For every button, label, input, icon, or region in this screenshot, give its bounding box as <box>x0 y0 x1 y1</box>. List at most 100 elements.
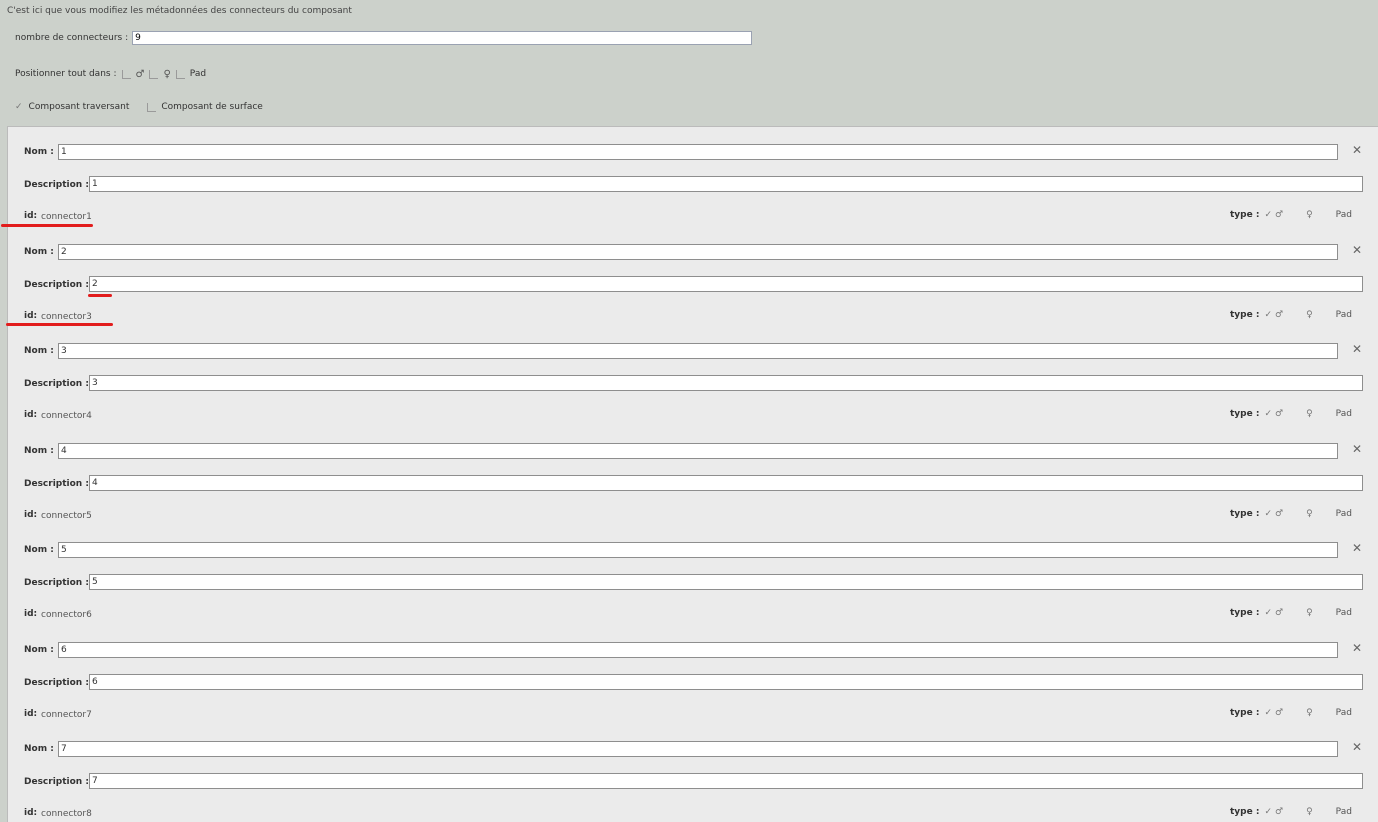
name-input[interactable] <box>58 442 1338 459</box>
pad-option[interactable]: Pad <box>1336 708 1352 718</box>
type-check-icon[interactable]: ✓ <box>1264 509 1272 519</box>
through-hole-checkbox[interactable]: ✓ <box>15 102 23 112</box>
name-label: Nom : <box>24 445 54 456</box>
close-icon[interactable]: ✕ <box>1352 342 1362 356</box>
surface-label: Composant de surface <box>161 102 263 112</box>
male-icon[interactable]: ♂ <box>1275 708 1283 718</box>
type-check-icon[interactable]: ✓ <box>1264 807 1272 817</box>
name-label: Nom : <box>24 644 54 655</box>
female-icon[interactable]: ♀ <box>1306 608 1313 618</box>
id-value: connector7 <box>41 709 92 720</box>
close-icon[interactable]: ✕ <box>1352 740 1362 754</box>
name-input[interactable] <box>58 243 1338 260</box>
type-label: type : <box>1230 807 1260 817</box>
description-label: Description : <box>24 279 89 290</box>
position-female-checkbox[interactable] <box>149 69 159 79</box>
name-input[interactable] <box>58 343 1338 359</box>
position-male-checkbox[interactable] <box>121 69 131 79</box>
description-input[interactable] <box>89 275 1363 292</box>
pad-option[interactable]: Pad <box>1336 807 1352 817</box>
connector-block: Nom : ✕ Description : id: connector3 typ… <box>8 227 1378 327</box>
connector-block: Nom : ✕ Description : id: connector6 typ… <box>8 525 1378 625</box>
type-options: type : ✓ ♂ ♀ Pad <box>1230 708 1352 718</box>
name-label: Nom : <box>24 246 54 257</box>
close-icon[interactable]: ✕ <box>1352 243 1362 257</box>
type-options: type : ✓ ♂ ♀ Pad <box>1230 807 1352 817</box>
pad-option[interactable]: Pad <box>1336 310 1352 320</box>
id-value: connector1 <box>41 212 92 222</box>
name-input[interactable] <box>58 741 1338 757</box>
male-icon[interactable]: ♂ <box>1275 409 1283 419</box>
type-options: type : ✓ ♂ ♀ Pad <box>1230 210 1352 220</box>
id-value: connector4 <box>41 411 92 421</box>
id-label: id: <box>24 410 38 420</box>
female-icon[interactable]: ♀ <box>1306 310 1313 320</box>
description-label: Description : <box>24 777 89 787</box>
description-label: Description : <box>24 180 89 190</box>
name-label: Nom : <box>24 346 54 356</box>
male-icon[interactable]: ♂ <box>1275 310 1283 320</box>
id-label: id: <box>24 808 38 818</box>
description-input[interactable] <box>89 375 1363 391</box>
description-input[interactable] <box>89 673 1363 690</box>
name-input[interactable] <box>58 144 1338 160</box>
red-underline-annotation <box>88 294 112 297</box>
type-check-icon[interactable]: ✓ <box>1264 210 1272 220</box>
connectors-panel: Nom : ✕ Description : id: connector1 typ… <box>1 126 1378 822</box>
description-input[interactable] <box>89 474 1363 491</box>
id-label: id: <box>24 609 38 619</box>
description-input[interactable] <box>89 574 1363 590</box>
male-icon[interactable]: ♂ <box>1275 608 1283 618</box>
type-label: type : <box>1230 508 1260 519</box>
name-label: Nom : <box>24 545 54 555</box>
connector-block: Nom : ✕ Description : id: connector7 typ… <box>8 625 1378 725</box>
male-icon[interactable]: ♂ <box>1275 807 1283 817</box>
position-pad-checkbox[interactable] <box>175 69 185 79</box>
type-check-icon[interactable]: ✓ <box>1264 708 1272 718</box>
close-icon[interactable]: ✕ <box>1352 641 1362 655</box>
close-icon[interactable]: ✕ <box>1352 442 1362 456</box>
connector-count-row: nombre de connecteurs : <box>15 30 753 46</box>
name-input[interactable] <box>58 542 1338 558</box>
male-icon[interactable]: ♂ <box>1275 210 1283 220</box>
female-icon[interactable]: ♀ <box>1306 409 1313 419</box>
description-label: Description : <box>24 677 89 688</box>
id-label: id: <box>24 310 38 321</box>
description-input[interactable] <box>89 176 1363 192</box>
description-input[interactable] <box>89 773 1363 789</box>
pad-option[interactable]: Pad <box>1336 509 1352 519</box>
male-icon[interactable]: ♂ <box>1275 509 1283 519</box>
description-label: Description : <box>24 379 89 389</box>
female-icon[interactable]: ♀ <box>1306 509 1313 519</box>
id-value: connector8 <box>41 809 92 819</box>
connector-block: Nom : ✕ Description : id: connector1 typ… <box>8 127 1378 227</box>
pad-option[interactable]: Pad <box>1336 409 1352 419</box>
connector-block: Nom : ✕ Description : id: connector5 typ… <box>8 426 1378 526</box>
female-icon[interactable]: ♀ <box>1306 210 1313 220</box>
id-label: id: <box>24 708 38 719</box>
type-check-icon[interactable]: ✓ <box>1264 310 1272 320</box>
female-icon[interactable]: ♀ <box>1306 708 1313 718</box>
close-icon[interactable]: ✕ <box>1352 541 1362 555</box>
through-hole-label: Composant traversant <box>28 102 130 112</box>
pad-option[interactable]: Pad <box>1336 210 1352 220</box>
type-options: type : ✓ ♂ ♀ Pad <box>1230 409 1352 419</box>
type-check-icon[interactable]: ✓ <box>1264 608 1272 618</box>
close-icon[interactable]: ✕ <box>1352 143 1362 157</box>
name-input[interactable] <box>58 641 1338 658</box>
id-value: connector3 <box>41 311 92 322</box>
female-icon: ♀ <box>163 68 171 80</box>
type-options: type : ✓ ♂ ♀ Pad <box>1230 509 1352 519</box>
surface-checkbox[interactable] <box>147 102 157 112</box>
id-value: connector6 <box>41 610 92 620</box>
pad-option[interactable]: Pad <box>1336 608 1352 618</box>
name-label: Nom : <box>24 147 54 157</box>
position-pad-label: Pad <box>189 69 207 79</box>
connector-count-label: nombre de connecteurs : <box>15 33 129 43</box>
connector-block: Nom : ✕ Description : id: connector8 typ… <box>8 724 1378 822</box>
type-label: type : <box>1230 210 1260 220</box>
type-check-icon[interactable]: ✓ <box>1264 409 1272 419</box>
red-underline-annotation <box>6 323 113 326</box>
female-icon[interactable]: ♀ <box>1306 807 1313 817</box>
connector-count-input[interactable] <box>132 31 753 45</box>
